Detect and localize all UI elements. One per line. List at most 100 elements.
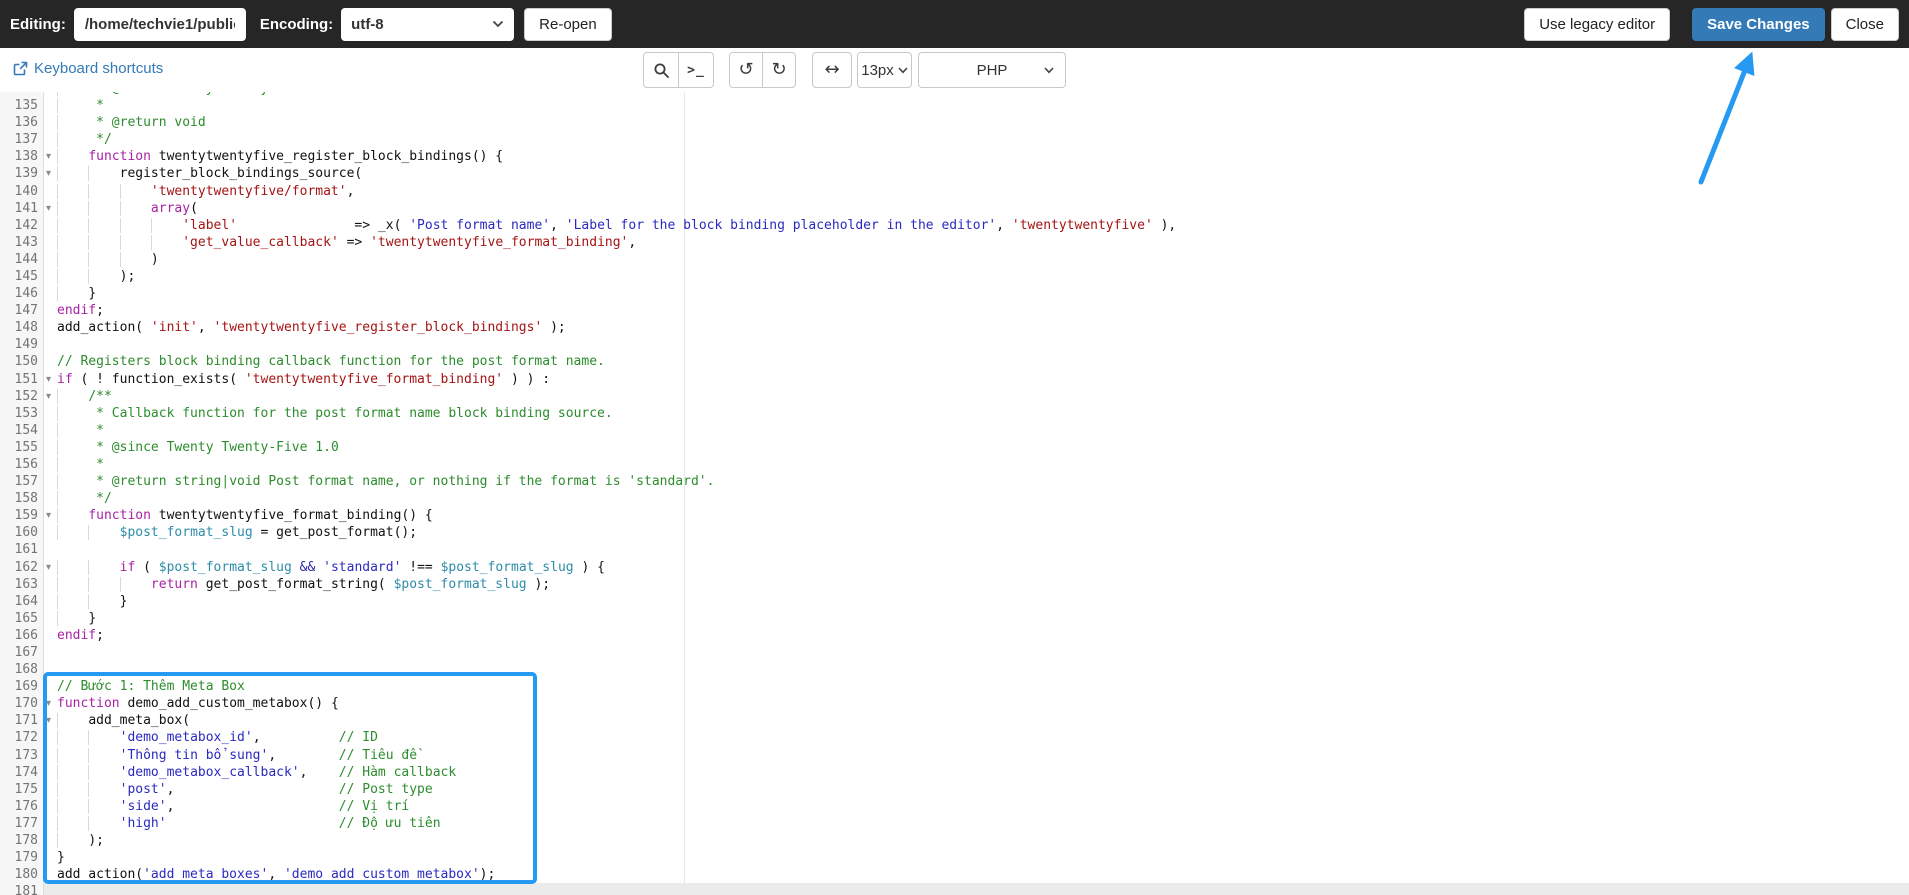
code-line[interactable]: 'side', // Vị trí	[57, 798, 409, 815]
code-line[interactable]: // Registers block binding callback func…	[57, 353, 605, 370]
tab-indent	[57, 456, 89, 472]
code-line[interactable]: * @return void	[57, 114, 206, 131]
code-token: 'init'	[150, 320, 198, 336]
code-line[interactable]: function twentytwentyfive_register_block…	[57, 148, 503, 165]
terminal-button[interactable]: >_	[678, 52, 714, 88]
code-line[interactable]: *	[57, 97, 104, 114]
code-line[interactable]: * Callback function for the post format …	[57, 405, 613, 422]
fold-arrow-icon[interactable]: ▾	[46, 371, 56, 388]
chevron-down-icon	[493, 20, 504, 28]
encoding-select[interactable]: utf-8	[341, 7, 515, 41]
code-line[interactable]: *	[57, 422, 104, 439]
code-line[interactable]: register_block_bindings_source(	[57, 165, 362, 182]
code-line[interactable]: */	[57, 131, 112, 148]
close-button[interactable]: Close	[1830, 7, 1899, 41]
fold-arrow-icon[interactable]: ▾	[46, 148, 56, 165]
code-line[interactable]: *	[57, 456, 104, 473]
save-changes-button[interactable]: Save Changes	[1692, 7, 1825, 41]
line-number: 146	[14, 286, 38, 302]
search-button[interactable]	[643, 52, 679, 88]
tab-indent	[57, 781, 89, 797]
code-line[interactable]: add_action( 'init', 'twentytwentyfive_re…	[57, 319, 566, 336]
code-line[interactable]: */	[57, 490, 112, 507]
code-line[interactable]: * @return string|void Post format name, …	[57, 473, 714, 490]
code-line[interactable]: 'Thông tin bổ sung', // Tiêu đề	[57, 747, 417, 764]
code-token: 'Thông tin bổ sung'	[119, 747, 269, 763]
code-token: /**	[88, 388, 112, 404]
code-token: if	[57, 371, 73, 387]
fold-arrow-icon[interactable]: ▾	[46, 200, 56, 217]
code-line[interactable]: if ( ! function_exists( 'twentytwentyfiv…	[57, 371, 550, 388]
tab-indent	[57, 92, 89, 96]
font-size-select[interactable]: 13px	[857, 52, 912, 88]
code-line[interactable]: }	[57, 610, 96, 627]
fold-arrow-icon[interactable]: ▾	[46, 559, 56, 576]
line-number: 165	[14, 610, 38, 626]
code-token: twentytwentyfive_register_block_bindings…	[150, 149, 504, 165]
code-line[interactable]: endif;	[57, 302, 104, 319]
code-line[interactable]: }	[57, 849, 65, 866]
tab-indent	[119, 200, 151, 216]
line-number: 163	[14, 576, 38, 592]
code-line[interactable]: * @since Twenty Twenty-Five 1.0	[57, 439, 339, 456]
syntax-mode-select[interactable]: PHP	[918, 52, 1066, 88]
code-line[interactable]: 'label' => _x( 'Post format name', 'Labe…	[57, 217, 1176, 234]
use-legacy-editor-button[interactable]: Use legacy editor	[1524, 7, 1671, 41]
tab-indent	[57, 183, 89, 199]
undo-button[interactable]: ↺	[729, 52, 763, 88]
tab-indent	[57, 268, 89, 284]
line-number: 147	[14, 303, 38, 319]
tab-indent	[57, 149, 89, 165]
line-number: 137	[14, 132, 38, 148]
fold-arrow-icon[interactable]: ▾	[46, 507, 56, 524]
code-line[interactable]: 'get_value_callback' => 'twentytwentyfiv…	[57, 234, 636, 251]
redo-button[interactable]: ↻	[762, 52, 796, 88]
code-line[interactable]: if ( $post_format_slug && 'standard' !==…	[57, 559, 605, 576]
file-path-input[interactable]	[73, 7, 246, 41]
horizontal-scrollbar[interactable]	[44, 883, 1909, 895]
fold-arrow-icon[interactable]: ▾	[46, 712, 56, 729]
reopen-button[interactable]: Re-open	[524, 7, 612, 41]
code-line[interactable]: )	[57, 251, 159, 268]
code-line[interactable]: 'twentytwentyfive/format',	[57, 183, 354, 200]
code-token: 'add_meta_boxes'	[143, 867, 269, 883]
fold-arrow-icon[interactable]: ▾	[46, 388, 56, 405]
code-line[interactable]: );	[57, 832, 104, 849]
code-line[interactable]: 'demo_metabox_id', // ID	[57, 729, 378, 746]
code-editor-area[interactable]: 1341351361371381391401411421431441451461…	[0, 92, 1909, 895]
code-token: }	[88, 610, 97, 626]
code-token: return	[150, 576, 198, 592]
code-token: // Vị trí	[338, 798, 410, 814]
code-line[interactable]: function twentytwentyfive_format_binding…	[57, 507, 433, 524]
line-number: 159	[14, 508, 38, 524]
code-line[interactable]: /**	[57, 388, 112, 405]
toggle-width-button[interactable]: ↔	[812, 52, 852, 88]
code-line[interactable]: }	[57, 593, 127, 610]
code-line[interactable]: // Bước 1: Thêm Meta Box	[57, 678, 245, 695]
tab-indent	[57, 388, 89, 404]
code-line[interactable]: $post_format_slug = get_post_format();	[57, 524, 417, 541]
code-line[interactable]: 'post', // Post type	[57, 781, 433, 798]
code-token: endif	[57, 303, 97, 319]
code-line[interactable]: add_action('add_meta_boxes', 'demo_add_c…	[57, 866, 495, 883]
code-lines[interactable]: * @since Twenty Twenty-Five 1.0 * * @ret…	[57, 92, 1909, 895]
code-line[interactable]: return get_post_format_string( $post_for…	[57, 576, 550, 593]
code-line[interactable]: 'high' // Độ ưu tiên	[57, 815, 441, 832]
code-token: $post_format_slug	[440, 559, 574, 575]
tab-indent	[119, 183, 151, 199]
code-line[interactable]: endif;	[57, 627, 104, 644]
code-token: ),	[1152, 217, 1177, 233]
keyboard-shortcuts-link[interactable]: Keyboard shortcuts	[13, 60, 163, 77]
fold-arrow-icon[interactable]: ▾	[46, 165, 56, 182]
code-line[interactable]: 'demo_metabox_callback', // Hàm callback	[57, 764, 456, 781]
encoding-label: Encoding:	[259, 15, 334, 33]
code-line[interactable]: );	[57, 268, 135, 285]
code-line[interactable]: add_meta_box(	[57, 712, 190, 729]
line-number: 168	[14, 662, 38, 678]
fold-arrow-icon[interactable]: ▾	[46, 695, 56, 712]
topbar-right-actions: Use legacy editor Save Changes Close	[1524, 7, 1899, 41]
code-line[interactable]: array(	[57, 200, 198, 217]
code-token: ,	[166, 781, 339, 797]
code-line[interactable]: function demo_add_custom_metabox() {	[57, 695, 339, 712]
code-line[interactable]: }	[57, 285, 96, 302]
